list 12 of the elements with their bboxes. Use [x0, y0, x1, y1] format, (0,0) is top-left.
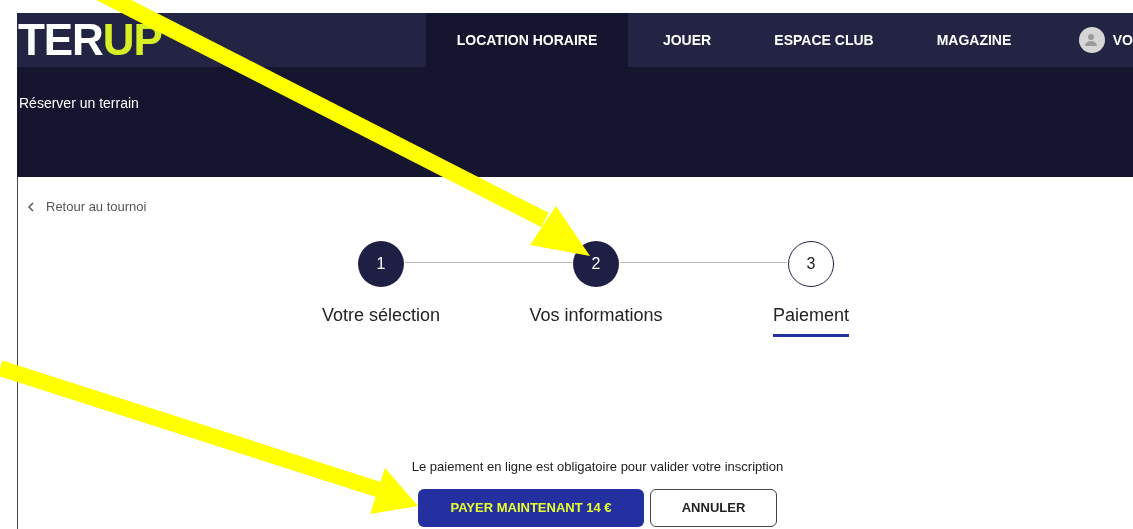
cancel-button[interactable]: ANNULER	[650, 488, 777, 527]
step-label: Votre sélection	[320, 304, 442, 327]
back-link[interactable]: Retour au tournoi	[46, 197, 147, 217]
avatar-icon[interactable]	[1078, 27, 1105, 53]
step-label: Paiement	[721, 302, 901, 337]
account-label[interactable]: VO	[1112, 29, 1133, 51]
nav-tab[interactable]: LOCATION HORAIRE	[426, 13, 628, 67]
page-subtitle: Réserver un terrain	[18, 94, 140, 113]
payment-notice: Le paiement en ligne est obligatoire pour valider votre inscription	[411, 458, 784, 476]
back-chevron-icon[interactable]	[28, 201, 34, 212]
pay-button[interactable]: PAYER MAINTENANT 14 €	[418, 488, 644, 527]
step-label: Vos informations	[528, 304, 664, 327]
